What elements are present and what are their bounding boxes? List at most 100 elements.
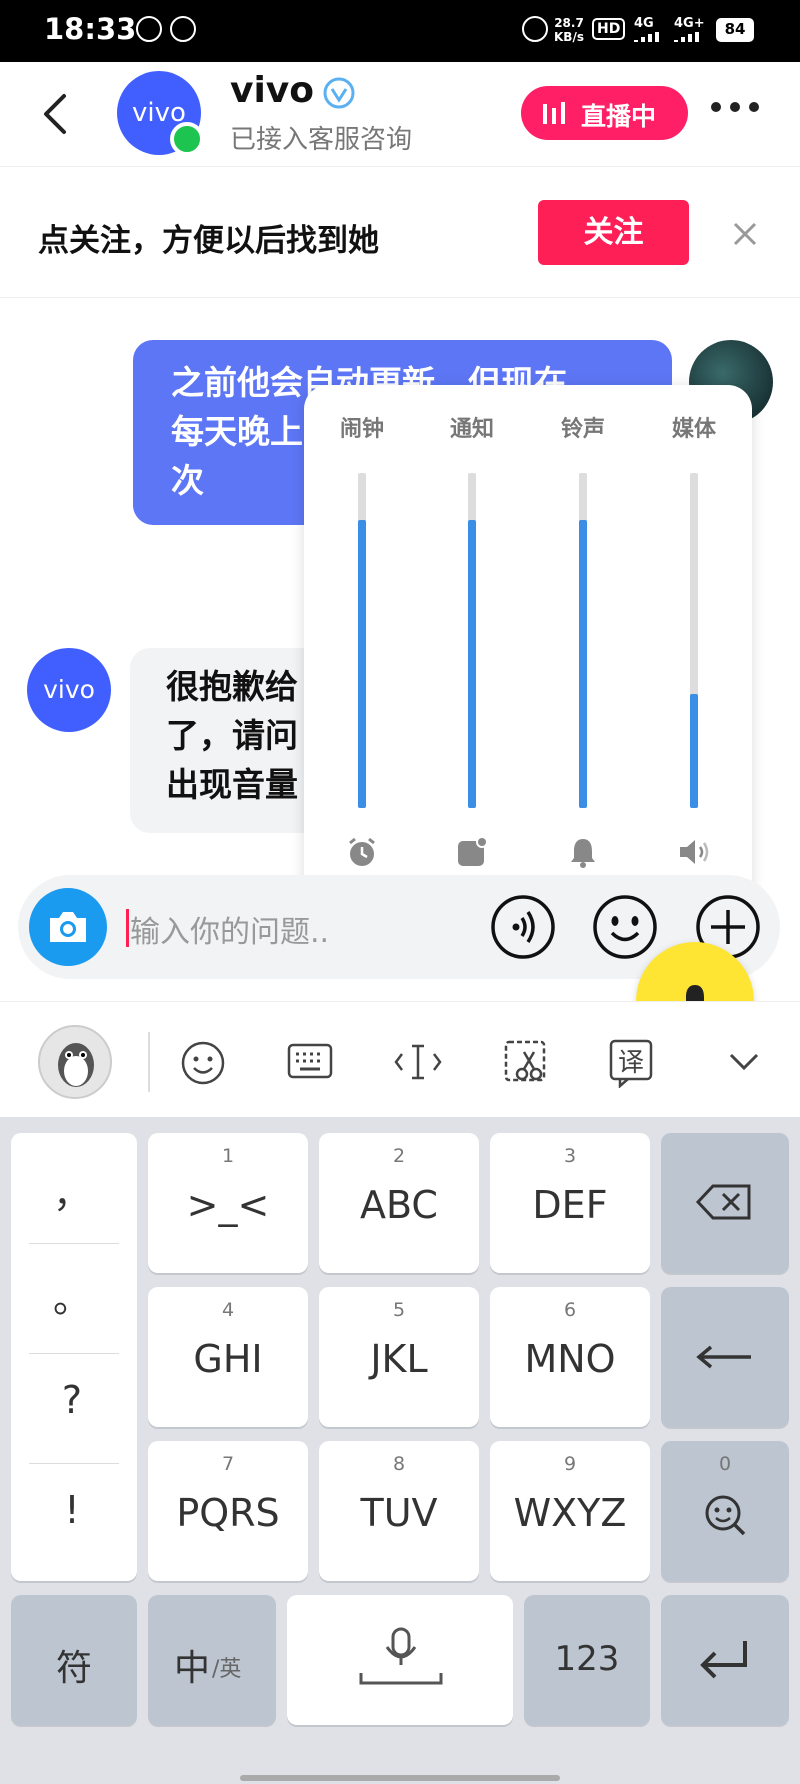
- lang-alt: /英: [212, 1657, 242, 1682]
- key-8[interactable]: 8 TUV: [319, 1441, 479, 1581]
- key-number: 2: [392, 1145, 406, 1167]
- punct-period-key[interactable]: 。: [11, 1268, 133, 1323]
- alarm-clock-icon: [349, 837, 375, 866]
- symbol-key[interactable]: 符: [11, 1595, 137, 1725]
- divider: [29, 1243, 119, 1244]
- toolbar-divider: [148, 1032, 150, 1092]
- follow-banner: 点关注，方便以后找到她 关注: [0, 166, 800, 298]
- volume-slider-notification[interactable]: [468, 473, 476, 808]
- lang-main: 中: [174, 1648, 211, 1689]
- speaker-icon: [680, 840, 709, 864]
- translate-icon[interactable]: 译: [608, 1038, 656, 1088]
- online-dot: [170, 122, 204, 156]
- clipboard-scissors-icon[interactable]: [502, 1038, 550, 1086]
- key-number: 0: [718, 1453, 732, 1475]
- voice-input-icon[interactable]: [490, 894, 556, 960]
- punct-comma-key[interactable]: ，: [11, 1163, 133, 1218]
- backspace-icon: [695, 1184, 751, 1220]
- verified-icon: [323, 77, 355, 109]
- numbers-key[interactable]: 123: [524, 1595, 650, 1725]
- key-label: TUV: [360, 1491, 438, 1535]
- key-2[interactable]: 2 ABC: [319, 1133, 479, 1273]
- key-label: >_<: [186, 1183, 270, 1227]
- microphone-icon: [359, 1627, 443, 1685]
- divider: [29, 1353, 119, 1354]
- vivo-message-avatar[interactable]: vivo: [27, 648, 111, 732]
- space-key[interactable]: [287, 1595, 513, 1725]
- volume-fill: [690, 694, 698, 808]
- key-9[interactable]: 9 WXYZ: [490, 1441, 650, 1581]
- emoji-toolbar-icon[interactable]: [180, 1040, 226, 1086]
- contact-name: vivo: [230, 70, 315, 111]
- follow-button[interactable]: 关注: [538, 200, 689, 265]
- app-notification-icon: [170, 16, 196, 42]
- key-number: 5: [392, 1299, 406, 1321]
- key-3[interactable]: 3 DEF: [490, 1133, 650, 1273]
- hd-badge: HD: [592, 18, 626, 40]
- key-6[interactable]: 6 MNO: [490, 1287, 650, 1427]
- key-number: 7: [221, 1453, 235, 1475]
- sim2-label: 4G+: [674, 16, 705, 31]
- key-number: 8: [392, 1453, 406, 1475]
- key-number: 4: [221, 1299, 235, 1321]
- backspace-key[interactable]: [661, 1133, 789, 1273]
- camera-icon: [50, 912, 86, 942]
- net-speed-unit: KB/s: [554, 30, 584, 44]
- live-bars-icon: [543, 102, 565, 124]
- key-1[interactable]: 1 >_<: [148, 1133, 308, 1273]
- more-icon[interactable]: [710, 100, 760, 114]
- alarm-status-icon: [522, 16, 548, 42]
- close-icon[interactable]: [732, 221, 758, 247]
- key-5[interactable]: 5 JKL: [319, 1287, 479, 1427]
- key-label: GHI: [193, 1337, 263, 1381]
- volume-fill: [468, 519, 476, 808]
- bell-icon: [571, 839, 595, 868]
- chevron-down-icon[interactable]: [728, 1052, 760, 1072]
- key-label: DEF: [532, 1183, 608, 1227]
- net-speed-value: 28.7: [554, 16, 584, 30]
- live-button[interactable]: 直播中: [521, 86, 688, 140]
- key-label: 123: [554, 1639, 620, 1679]
- volume-label-notification: 通知: [449, 417, 494, 442]
- enter-icon: [700, 1641, 747, 1679]
- live-label: 直播中: [581, 102, 657, 131]
- volume-label-alarm: 闹钟: [339, 417, 384, 442]
- key-0-emoji[interactable]: 0: [661, 1441, 789, 1581]
- volume-label-ringtone: 铃声: [560, 417, 605, 442]
- emoji-search-icon: [705, 1495, 746, 1536]
- home-indicator[interactable]: [240, 1775, 560, 1781]
- punct-question-key[interactable]: ?: [11, 1378, 133, 1422]
- follow-prompt: 点关注，方便以后找到她: [38, 223, 379, 259]
- arrow-left-icon: [696, 1345, 751, 1369]
- emoji-icon[interactable]: [592, 894, 658, 960]
- volume-slider-ringtone[interactable]: [579, 473, 587, 808]
- message-input[interactable]: 输入你的问题..: [130, 907, 329, 951]
- key-label: ABC: [360, 1183, 438, 1227]
- svg-text:译: 译: [618, 1048, 644, 1078]
- cursor-left-key[interactable]: [661, 1287, 789, 1427]
- keyboard: ， 。 ? ! 1 >_< 2 ABC 3 DEF 4 GHI 5 JKL 6 MNO 7 P…: [0, 1117, 800, 1784]
- key-number: 1: [221, 1145, 235, 1167]
- key-7[interactable]: 7 PQRS: [148, 1441, 308, 1581]
- volume-label-media: 媒体: [671, 417, 716, 442]
- keyboard-icon[interactable]: [286, 1042, 334, 1082]
- signal-icon: [634, 32, 659, 42]
- camera-button[interactable]: [29, 888, 107, 966]
- key-number: 3: [563, 1145, 577, 1167]
- key-label: WXYZ: [513, 1491, 627, 1535]
- back-arrow-icon[interactable]: [40, 92, 70, 136]
- key-4[interactable]: 4 GHI: [148, 1287, 308, 1427]
- punctuation-column: ， 。 ? !: [11, 1133, 137, 1581]
- sim1-label: 4G: [634, 16, 654, 31]
- cursor-move-icon[interactable]: [392, 1040, 444, 1084]
- punct-exclaim-key[interactable]: !: [11, 1488, 133, 1532]
- volume-fill: [358, 519, 366, 808]
- enter-key[interactable]: [661, 1595, 789, 1725]
- language-switch-key[interactable]: 中 /英: [148, 1595, 276, 1725]
- volume-panel: 闹钟 通知 铃声 媒体: [304, 385, 752, 903]
- qq-penguin-avatar[interactable]: [38, 1025, 112, 1099]
- volume-slider-alarm[interactable]: [358, 473, 366, 808]
- penguin-icon: [58, 1043, 94, 1087]
- notification-icon: [458, 836, 488, 866]
- volume-slider-media[interactable]: [690, 473, 698, 808]
